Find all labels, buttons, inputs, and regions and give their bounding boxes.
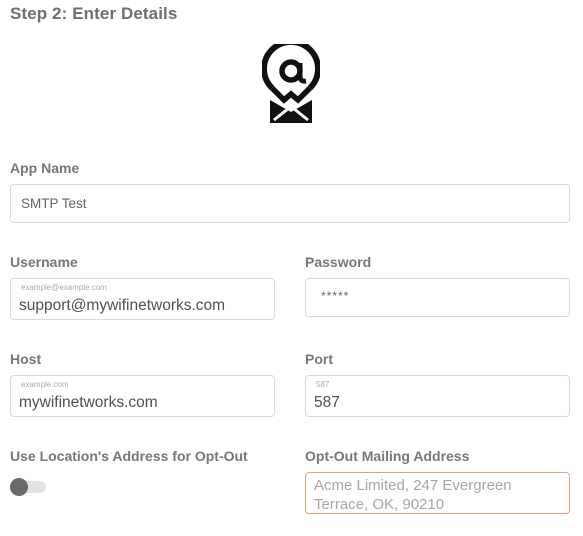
opt-out-address-placeholder: Acme Limited, 247 Evergreen Terrace, OK,… [314, 477, 512, 513]
username-label: Username [10, 254, 78, 270]
username-hint: example@example.com [21, 283, 107, 292]
use-location-address-label: Use Location's Address for Opt-Out [10, 448, 248, 464]
host-label: Host [10, 351, 42, 367]
toggle-knob [10, 478, 28, 496]
smtp-at-envelope-icon [262, 44, 320, 123]
opt-out-address-input[interactable]: Acme Limited, 247 Evergreen Terrace, OK,… [305, 472, 570, 514]
use-location-address-toggle[interactable] [10, 478, 46, 496]
app-name-input[interactable]: SMTP Test [10, 184, 570, 223]
step-title: Step 2: Enter Details [10, 4, 178, 23]
opt-out-address-label: Opt-Out Mailing Address [305, 448, 470, 464]
password-value: ***** [321, 289, 350, 303]
port-input[interactable]: 587 587 [305, 375, 570, 417]
host-input[interactable]: example.com mywifinetworks.com [10, 375, 275, 417]
host-hint: example.com [21, 380, 69, 389]
port-label: Port [305, 351, 333, 367]
port-value: 587 [314, 394, 340, 411]
password-label: Password [305, 254, 372, 270]
app-name-label: App Name [10, 160, 80, 176]
app-name-value: SMTP Test [21, 196, 87, 211]
host-value: mywifinetworks.com [19, 394, 158, 411]
password-input[interactable]: ***** [305, 278, 570, 317]
username-value: support@mywifinetworks.com [19, 297, 226, 314]
port-hint: 587 [316, 380, 330, 389]
username-input[interactable]: example@example.com support@mywifinetwor… [10, 278, 275, 320]
enter-details-step: Step 2: Enter Details App Name SMTP Test… [0, 0, 583, 536]
